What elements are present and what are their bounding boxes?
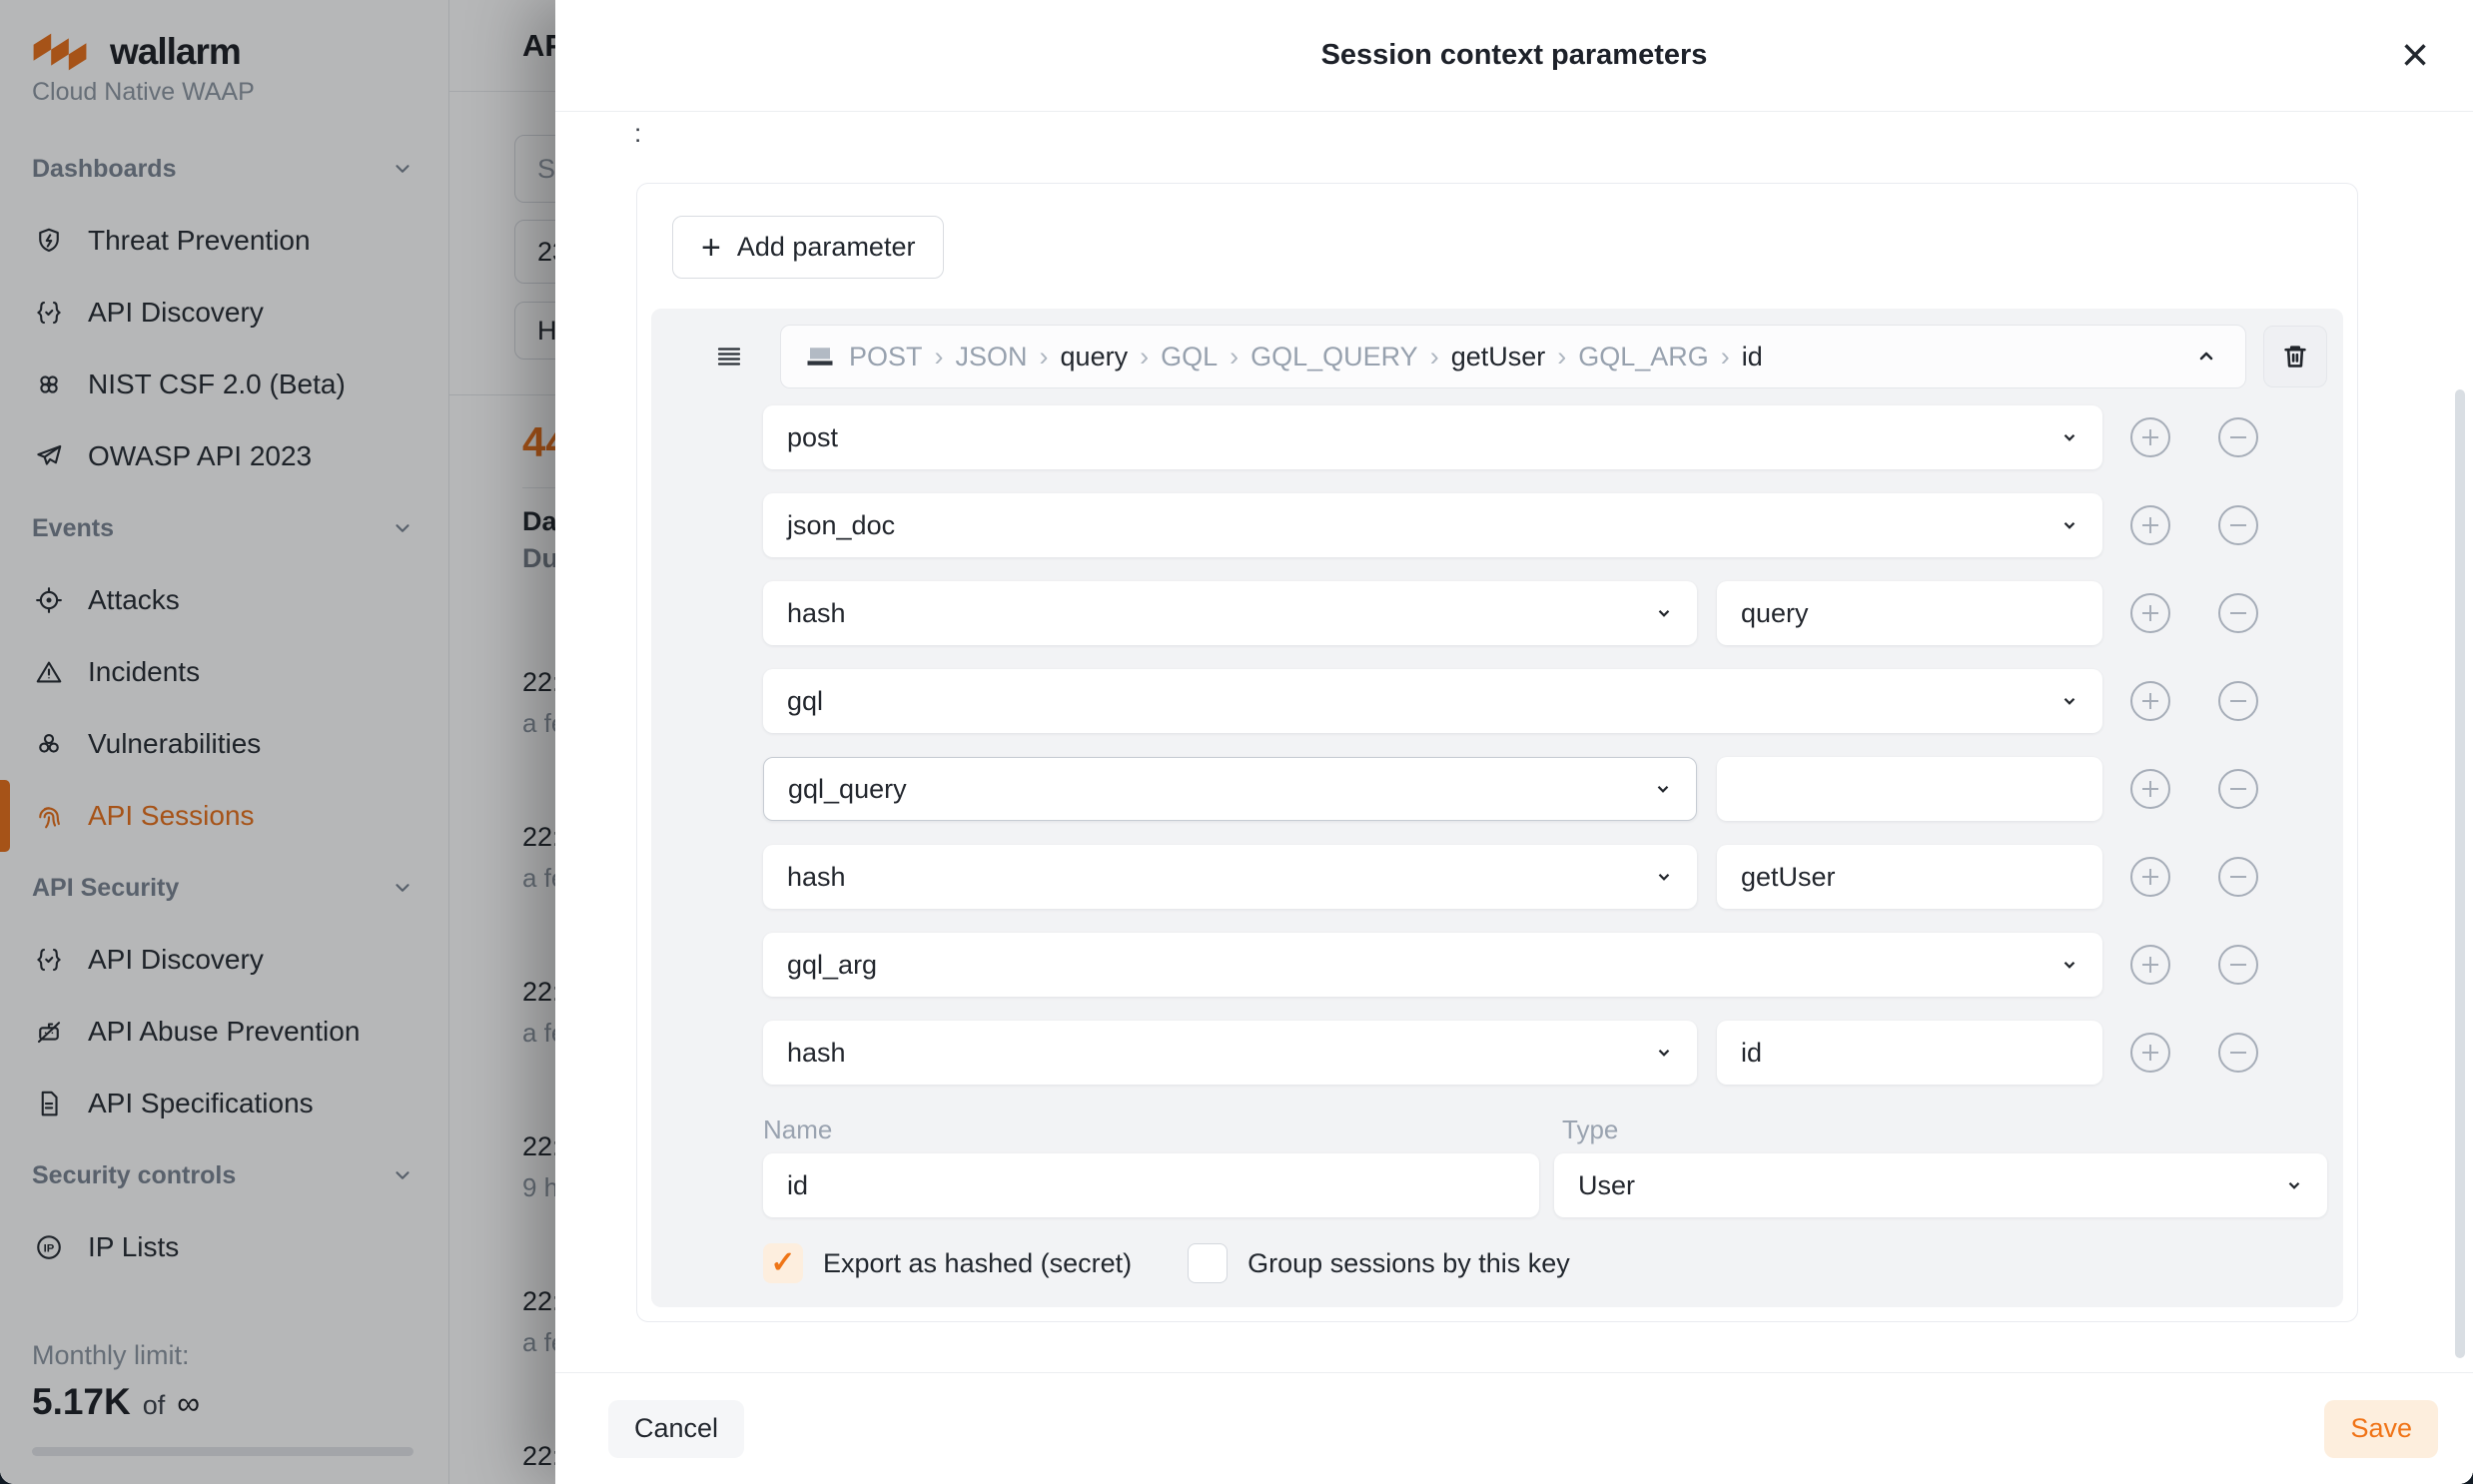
modal-scrollbar[interactable] <box>2455 389 2465 1358</box>
delete-parameter-button[interactable] <box>2263 326 2327 387</box>
param-row-post: post <box>763 405 2327 469</box>
remove-level-button[interactable] <box>2216 503 2260 547</box>
name-type-inputs: User <box>763 1153 2327 1217</box>
remove-level-button[interactable] <box>2216 415 2260 459</box>
trash-icon <box>2280 342 2310 371</box>
parameter-item: POST› JSON› query› GQL› GQL_QUERY› getUs… <box>651 309 2343 1307</box>
parameters-card: + Add parameter POST› <box>636 183 2358 1322</box>
param-value-input[interactable] <box>1717 581 2102 645</box>
param-row-hash-getuser: hash <box>763 845 2327 909</box>
chevron-up-icon[interactable] <box>2191 345 2221 369</box>
save-button[interactable]: Save <box>2324 1400 2438 1458</box>
param-select[interactable]: hash <box>763 581 1697 645</box>
param-value-input[interactable] <box>1717 757 2102 821</box>
chevron-down-icon <box>2061 692 2078 710</box>
add-level-button[interactable] <box>2128 679 2172 723</box>
chevron-down-icon <box>1654 780 1672 798</box>
chevron-down-icon <box>2061 428 2078 446</box>
type-label: Type <box>1562 1114 1618 1145</box>
modal-header: Session context parameters × <box>555 0 2473 112</box>
param-select[interactable]: gql <box>763 669 2102 733</box>
add-parameter-button[interactable]: + Add parameter <box>672 216 944 279</box>
param-value-input[interactable] <box>1717 845 2102 909</box>
breadcrumb-path: POST› JSON› query› GQL› GQL_QUERY› getUs… <box>849 342 2191 372</box>
parameter-header-row: POST› JSON› query› GQL› GQL_QUERY› getUs… <box>667 325 2327 388</box>
cancel-button[interactable]: Cancel <box>608 1400 744 1458</box>
chevron-down-icon <box>2061 516 2078 534</box>
checkbox-row: ✓ Export as hashed (secret) Group sessio… <box>763 1243 2327 1283</box>
add-level-button[interactable] <box>2128 767 2172 811</box>
add-level-button[interactable] <box>2128 855 2172 899</box>
add-level-button[interactable] <box>2128 943 2172 987</box>
remove-level-button[interactable] <box>2216 679 2260 723</box>
name-type-labels: Name Type <box>763 1114 2327 1145</box>
parameter-rows: post json_doc <box>763 405 2327 1283</box>
remove-level-button[interactable] <box>2216 1031 2260 1075</box>
param-select[interactable]: json_doc <box>763 493 2102 557</box>
param-row-gql-arg: gql_arg <box>763 933 2327 997</box>
param-row-hash-query: hash <box>763 581 2327 645</box>
name-field[interactable] <box>763 1153 1539 1217</box>
modal-footer: Cancel Save <box>555 1372 2473 1484</box>
session-context-parameters-modal: Session context parameters × : + Add par… <box>555 0 2473 1484</box>
app-window: wallarm Cloud Native WAAP Dashboards Thr… <box>0 0 2473 1484</box>
remove-level-button[interactable] <box>2216 855 2260 899</box>
add-level-button[interactable] <box>2128 591 2172 635</box>
close-icon[interactable]: × <box>2393 32 2437 80</box>
param-value-input[interactable] <box>1717 1021 2102 1085</box>
param-select[interactable]: gql_query <box>763 757 1697 821</box>
parameter-breadcrumb[interactable]: POST› JSON› query› GQL› GQL_QUERY› getUs… <box>780 325 2246 388</box>
param-row-gql-query: gql_query <box>763 757 2327 821</box>
chevron-down-icon <box>1655 868 1673 886</box>
remove-level-button[interactable] <box>2216 591 2260 635</box>
plus-icon: + <box>701 231 721 265</box>
type-select[interactable]: User <box>1554 1153 2327 1217</box>
param-select[interactable]: gql_arg <box>763 933 2102 997</box>
drag-handle-icon[interactable] <box>714 342 744 371</box>
clipped-text-fragment: : <box>634 118 641 149</box>
export-hashed-label: Export as hashed (secret) <box>823 1248 1132 1279</box>
modal-title: Session context parameters <box>1321 39 1708 72</box>
group-sessions-label: Group sessions by this key <box>1247 1248 1570 1279</box>
check-icon: ✓ <box>770 1248 795 1278</box>
param-select[interactable]: hash <box>763 1021 1697 1085</box>
add-level-button[interactable] <box>2128 415 2172 459</box>
name-label: Name <box>763 1114 1562 1145</box>
remove-level-button[interactable] <box>2216 767 2260 811</box>
add-level-button[interactable] <box>2128 503 2172 547</box>
chevron-down-icon <box>2285 1176 2303 1194</box>
remove-level-button[interactable] <box>2216 943 2260 987</box>
param-row-hash-id: hash <box>763 1021 2327 1085</box>
param-row-json-doc: json_doc <box>763 493 2327 557</box>
param-select[interactable]: hash <box>763 845 1697 909</box>
client-device-icon <box>805 344 835 370</box>
export-hashed-checkbox[interactable]: ✓ <box>763 1243 803 1283</box>
group-sessions-checkbox[interactable] <box>1188 1243 1228 1283</box>
modal-body: : + Add parameter <box>555 112 2473 1372</box>
chevron-down-icon <box>2061 956 2078 974</box>
param-select[interactable]: post <box>763 405 2102 469</box>
chevron-down-icon <box>1655 1044 1673 1062</box>
add-level-button[interactable] <box>2128 1031 2172 1075</box>
param-row-gql: gql <box>763 669 2327 733</box>
chevron-down-icon <box>1655 604 1673 622</box>
